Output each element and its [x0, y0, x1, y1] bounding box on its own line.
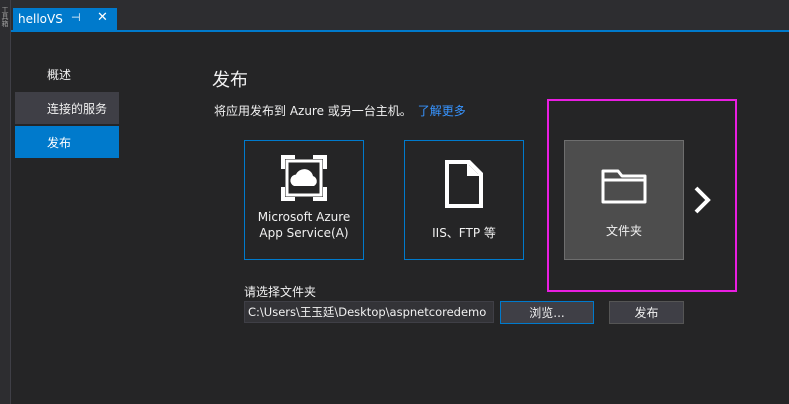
document-tab-bar: helloVS ⊣ ✕	[11, 0, 789, 32]
folder-field-label: 请选择文件夹	[244, 285, 317, 299]
azure-app-service-icon	[281, 155, 327, 201]
toolbox-label[interactable]: 工具箱	[1, 6, 9, 27]
browse-button[interactable]: 浏览...	[500, 301, 594, 324]
nav-item-label: 发布	[47, 135, 72, 150]
nav-item-label: 概述	[47, 67, 72, 82]
next-chevron-icon[interactable]	[692, 184, 714, 216]
tab-hellovs[interactable]: helloVS ⊣ ✕	[13, 8, 117, 30]
nav-item-label: 连接的服务	[47, 101, 108, 116]
page-subtitle: 将应用发布到 Azure 或另一台主机。 了解更多	[214, 102, 466, 119]
document-icon	[445, 160, 483, 208]
subtitle-text: 将应用发布到 Azure 或另一台主机。	[214, 104, 412, 118]
pin-icon[interactable]: ⊣	[71, 11, 81, 24]
learn-more-link[interactable]: 了解更多	[418, 104, 466, 118]
nav-item-publish[interactable]: 发布	[15, 126, 119, 158]
publish-button[interactable]: 发布	[609, 301, 684, 324]
target-azure-app-service[interactable]: Microsoft Azure App Service(A)	[244, 140, 364, 260]
publish-nav: 概述 连接的服务 发布	[15, 58, 119, 160]
nav-item-overview[interactable]: 概述	[15, 58, 119, 90]
tile-label: Microsoft Azure App Service(A)	[257, 210, 351, 240]
target-iis-ftp[interactable]: IIS、FTP 等	[404, 140, 524, 260]
close-icon[interactable]: ✕	[97, 10, 108, 25]
toolbox-strip[interactable]: 工具箱	[0, 0, 11, 404]
folder-path-input[interactable]	[244, 301, 494, 323]
tab-title: helloVS	[18, 12, 63, 26]
page-title: 发布	[212, 70, 248, 91]
nav-item-connected-services[interactable]: 连接的服务	[15, 92, 119, 124]
tile-label: IIS、FTP 等	[432, 226, 496, 240]
